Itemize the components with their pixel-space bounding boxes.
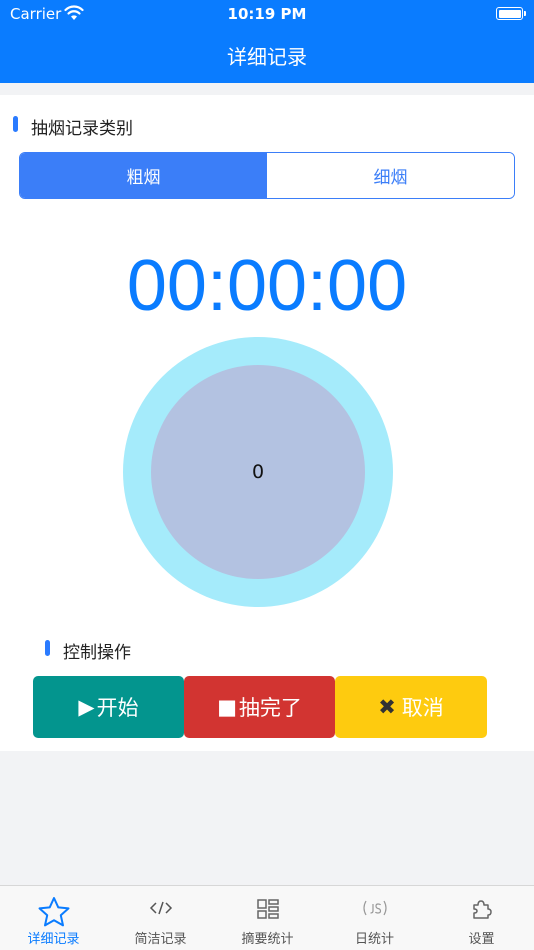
tab-summary-stats[interactable]: 摘要统计 bbox=[214, 886, 321, 950]
puzzle-icon bbox=[428, 898, 534, 924]
segment-option-thin[interactable]: 细烟 bbox=[267, 153, 514, 198]
tab-label: 设置 bbox=[468, 932, 495, 947]
category-segmented-control: 粗烟 细烟 bbox=[19, 152, 515, 199]
start-button[interactable]: ▶ 开始 bbox=[33, 676, 184, 738]
tab-bar: 详细记录 简洁记录 摘要统计 日统计 设置 bbox=[0, 885, 534, 950]
tab-settings[interactable]: 设置 bbox=[428, 886, 534, 950]
tab-simple-record[interactable]: 简洁记录 bbox=[107, 886, 214, 950]
grid-icon bbox=[214, 898, 321, 924]
status-bar: Carrier 10:19 PM bbox=[0, 0, 534, 30]
star-icon bbox=[0, 896, 107, 932]
tab-label: 日统计 bbox=[354, 932, 394, 947]
code-icon bbox=[107, 900, 214, 920]
app-header: Carrier 10:19 PM 详细记录 bbox=[0, 0, 534, 83]
page-title: 详细记录 bbox=[227, 45, 307, 69]
tab-label: 简洁记录 bbox=[134, 932, 187, 947]
segment-option-thick[interactable]: 粗烟 bbox=[20, 153, 267, 198]
status-time: 10:19 PM bbox=[227, 5, 307, 23]
section-marker bbox=[13, 116, 18, 132]
tab-label: 详细记录 bbox=[27, 932, 80, 947]
controls-section-title: 控制操作 bbox=[63, 643, 131, 663]
section-marker bbox=[45, 640, 50, 656]
category-section-title: 抽烟记录类别 bbox=[31, 119, 133, 139]
tab-detailed-record[interactable]: 详细记录 bbox=[0, 886, 107, 950]
close-icon: ✖ bbox=[378, 695, 396, 719]
play-icon: ▶ bbox=[78, 695, 95, 719]
battery-icon bbox=[496, 7, 526, 20]
counter-value: 0 bbox=[251, 461, 265, 483]
cancel-button[interactable]: ✖ 取消 bbox=[335, 676, 487, 738]
done-button[interactable]: ■ 抽完了 bbox=[184, 676, 335, 738]
tab-label: 摘要统计 bbox=[241, 932, 294, 947]
done-button-label: 抽完了 bbox=[238, 696, 302, 720]
record-card: 抽烟记录类别 粗烟 细烟 00:00:00 0 控制操作 ▶ 开始 ■ 抽完了 … bbox=[0, 95, 534, 751]
start-button-label: 开始 bbox=[96, 696, 139, 720]
js-icon bbox=[321, 900, 428, 920]
cancel-button-label: 取消 bbox=[401, 696, 444, 720]
stop-icon: ■ bbox=[217, 695, 237, 719]
timer-display: 00:00:00 bbox=[126, 246, 408, 326]
counter-circle[interactable]: 0 bbox=[151, 365, 365, 579]
tab-daily-stats[interactable]: 日统计 bbox=[321, 886, 428, 950]
